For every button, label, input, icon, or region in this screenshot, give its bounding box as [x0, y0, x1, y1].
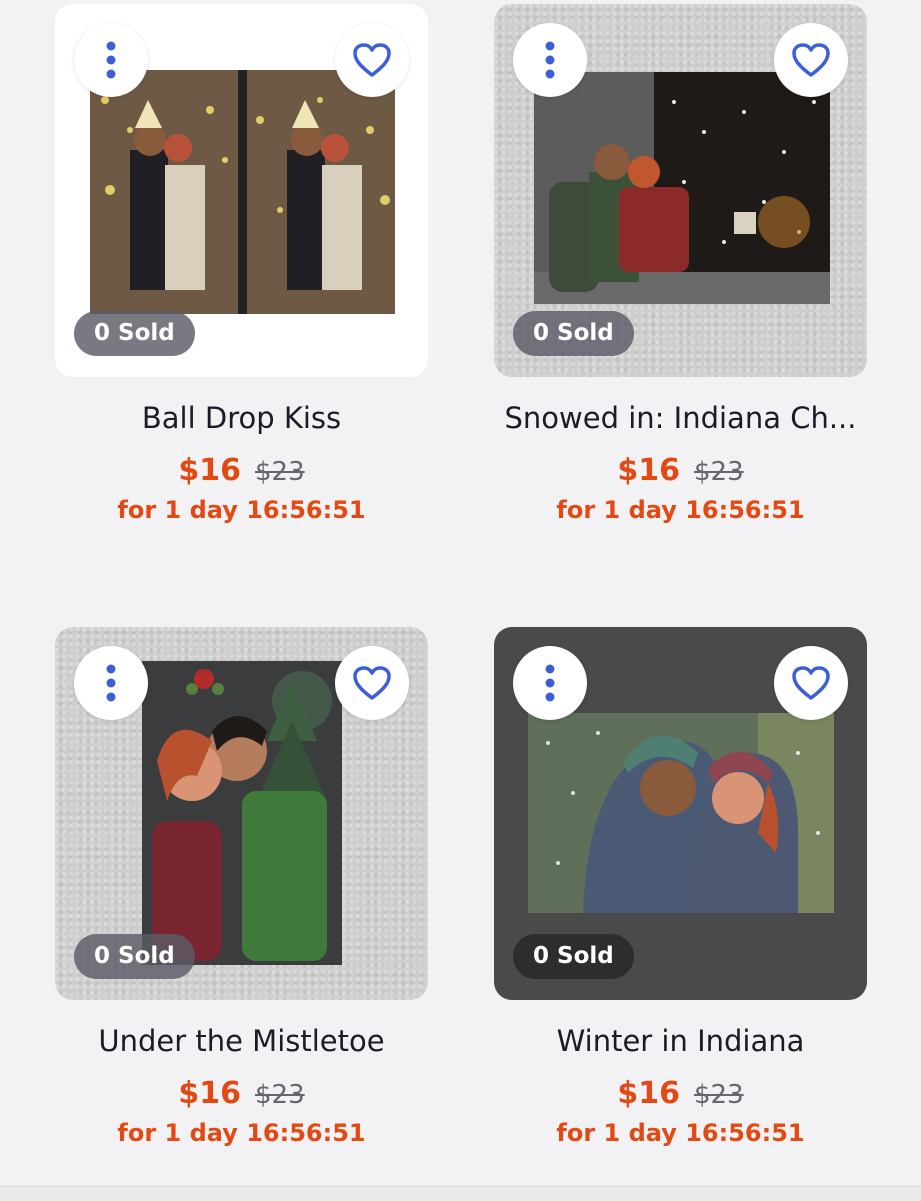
favorite-button[interactable]: [335, 646, 409, 720]
favorite-button[interactable]: [335, 23, 409, 97]
more-options-button[interactable]: [513, 23, 587, 97]
sale-countdown: for 1 day 16:56:51: [117, 496, 366, 524]
heart-outline-icon: [791, 42, 831, 78]
sold-count-badge: 0 Sold: [74, 311, 195, 356]
price-row: $16 $23: [494, 453, 867, 488]
more-options-button[interactable]: [513, 646, 587, 720]
heart-outline-icon: [352, 665, 392, 701]
product-thumbnail[interactable]: 0 Sold: [55, 627, 428, 1000]
more-vertical-icon: [545, 663, 555, 703]
product-thumbnail[interactable]: 0 Sold: [55, 4, 428, 377]
product-title[interactable]: Ball Drop Kiss: [55, 401, 428, 435]
heart-outline-icon: [791, 665, 831, 701]
sale-countdown: for 1 day 16:56:51: [117, 1119, 366, 1147]
sold-count-badge: 0 Sold: [513, 311, 634, 356]
product-artwork-image: [528, 713, 834, 913]
more-options-button[interactable]: [74, 23, 148, 97]
price-row: $16 $23: [55, 1076, 428, 1111]
favorite-button[interactable]: [774, 23, 848, 97]
sold-count-badge: 0 Sold: [74, 934, 195, 979]
more-options-button[interactable]: [74, 646, 148, 720]
product-artwork-image: [534, 72, 830, 304]
original-price: $23: [254, 457, 305, 487]
price-row: $16 $23: [55, 453, 428, 488]
product-artwork-image: [90, 70, 395, 314]
sale-countdown: for 1 day 16:56:51: [556, 1119, 805, 1147]
sale-price: $16: [178, 1076, 241, 1111]
bottom-edge-bar: [0, 1186, 921, 1201]
original-price: $23: [693, 457, 744, 487]
product-title[interactable]: Under the Mistletoe: [55, 1024, 428, 1058]
product-title[interactable]: Snowed in: Indiana Ch...: [494, 401, 867, 435]
sold-count-badge: 0 Sold: [513, 934, 634, 979]
product-card[interactable]: 0 Sold Snowed in: Indiana Ch... $16 $23 f…: [494, 4, 867, 524]
product-thumbnail[interactable]: 0 Sold: [494, 627, 867, 1000]
product-card[interactable]: 0 Sold Winter in Indiana $16 $23 for 1 da…: [494, 627, 867, 1147]
original-price: $23: [254, 1080, 305, 1110]
product-card[interactable]: 0 Sold Ball Drop Kiss $16 $23 for 1 day 1…: [55, 4, 428, 524]
favorite-button[interactable]: [774, 646, 848, 720]
sale-countdown: for 1 day 16:56:51: [556, 496, 805, 524]
more-vertical-icon: [106, 40, 116, 80]
sale-price: $16: [617, 1076, 680, 1111]
product-artwork-image: [142, 661, 342, 965]
original-price: $23: [693, 1080, 744, 1110]
product-thumbnail[interactable]: 0 Sold: [494, 4, 867, 377]
sale-price: $16: [617, 453, 680, 488]
sale-price: $16: [178, 453, 241, 488]
heart-outline-icon: [352, 42, 392, 78]
product-card[interactable]: 0 Sold Under the Mistletoe $16 $23 for 1 …: [55, 627, 428, 1147]
product-title[interactable]: Winter in Indiana: [494, 1024, 867, 1058]
more-vertical-icon: [106, 663, 116, 703]
more-vertical-icon: [545, 40, 555, 80]
price-row: $16 $23: [494, 1076, 867, 1111]
